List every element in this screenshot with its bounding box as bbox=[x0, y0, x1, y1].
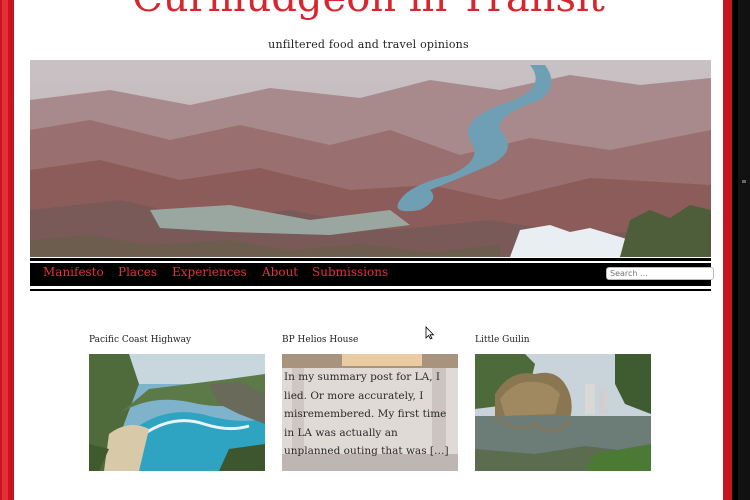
post-card: Pacific Coast Highway bbox=[89, 332, 265, 471]
nav-item-about[interactable]: About bbox=[262, 265, 298, 279]
nav-item-experiences[interactable]: Experiences bbox=[172, 265, 247, 279]
site-title[interactable]: Curmudgeon in Transit bbox=[14, 0, 723, 18]
main-nav: Manifesto Places Experiences About Submi… bbox=[30, 263, 714, 286]
scrollbar[interactable] bbox=[738, 0, 750, 500]
post-thumbnail[interactable] bbox=[89, 354, 265, 471]
post-excerpt[interactable]: In my summary post for LA, I lied. Or mo… bbox=[282, 354, 458, 471]
scrollbar-thumb[interactable] bbox=[742, 180, 746, 183]
nav-item-manifesto[interactable]: Manifesto bbox=[43, 265, 104, 279]
mouse-pointer-icon bbox=[425, 326, 435, 340]
post-thumbnail[interactable] bbox=[475, 354, 651, 471]
nav-item-places[interactable]: Places bbox=[118, 265, 157, 279]
page: Curmudgeon in Transit unfiltered food an… bbox=[14, 0, 723, 500]
post-card: Little Guilin bbox=[475, 332, 651, 471]
site-tagline: unfiltered food and travel opinions bbox=[268, 38, 469, 51]
header-image[interactable] bbox=[30, 60, 711, 257]
search-input[interactable] bbox=[606, 267, 714, 280]
nav-item-submissions[interactable]: Submissions bbox=[312, 265, 388, 279]
window-frame-right bbox=[723, 0, 732, 500]
post-title[interactable]: Little Guilin bbox=[475, 332, 651, 348]
post-title[interactable]: Pacific Coast Highway bbox=[89, 332, 265, 348]
window-frame-left bbox=[0, 0, 14, 500]
nav-top-rule bbox=[30, 258, 711, 261]
nav-bottom-rule bbox=[30, 289, 711, 291]
